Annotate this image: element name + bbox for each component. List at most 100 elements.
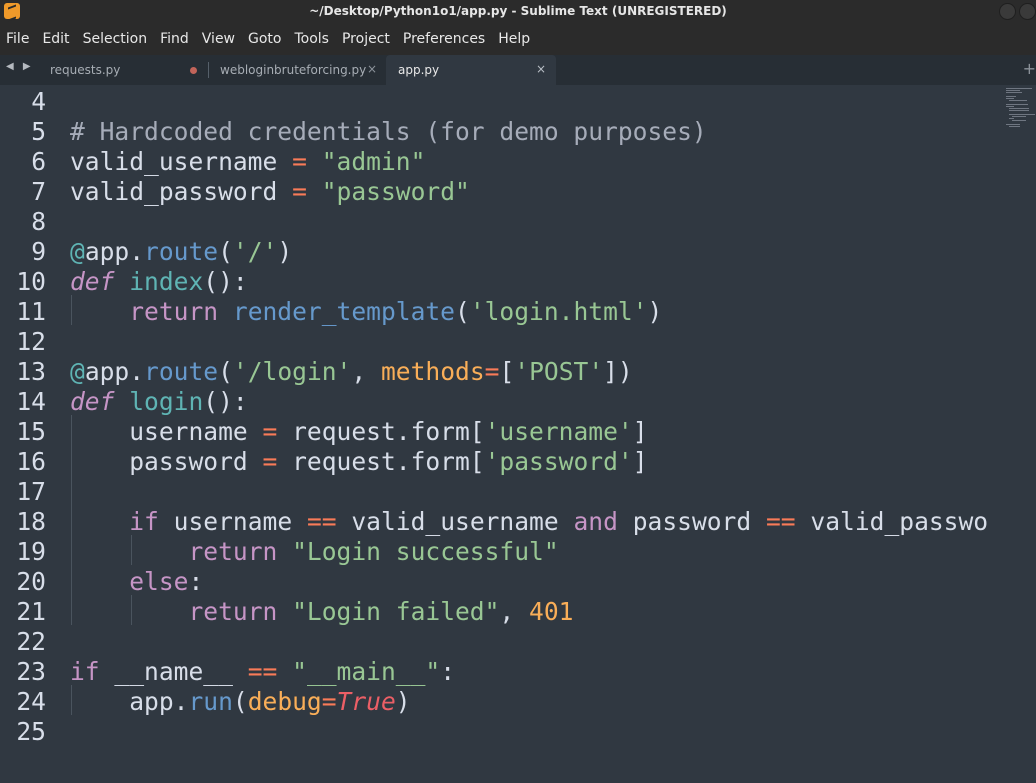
line-number: 22 (16, 627, 46, 656)
line-number: 6 (31, 147, 46, 176)
code-text[interactable]: else: (70, 567, 203, 597)
tab-webloginbruteforcing-py[interactable]: webloginbruteforcing.py × (209, 55, 385, 85)
code-text[interactable]: if __name__ == "__main__": (70, 657, 455, 687)
minimap-line (1009, 118, 1014, 119)
line-number: 15 (16, 417, 46, 446)
code-line[interactable]: 6 valid_username = "admin" (0, 147, 1004, 177)
code-text[interactable]: app.run(debug=True) (70, 687, 410, 717)
code-line[interactable]: 19 return "Login successful" (0, 537, 1004, 567)
code-line[interactable]: 22 (0, 627, 1004, 657)
code-text[interactable]: if username == valid_username and passwo… (70, 507, 988, 537)
code-editor[interactable]: 4 5 # Hardcoded credentials (for demo purp… (0, 85, 1004, 783)
code-text[interactable]: valid_password = "password" (70, 177, 470, 207)
code-text[interactable]: def index(): (70, 267, 248, 297)
tab-scroll-arrows[interactable]: ◀ ▶ (6, 61, 34, 72)
menu-bar: File Edit Selection Find View Goto Tools… (0, 23, 1036, 55)
tab-label: requests.py (50, 63, 121, 77)
menu-tools[interactable]: Tools (288, 31, 336, 47)
minimap-line (1009, 108, 1029, 109)
code-line[interactable]: 24 app.run(debug=True) (0, 687, 1004, 717)
code-text[interactable]: @app.route('/login', methods=['POST']) (70, 357, 633, 387)
menu-help[interactable]: Help (492, 31, 537, 47)
minimize-button[interactable] (999, 3, 1016, 20)
code-line[interactable]: 4 (0, 87, 1004, 117)
line-number: 24 (16, 687, 46, 716)
minimap-line (1009, 100, 1027, 101)
minimap-line (1009, 126, 1020, 127)
line-number: 20 (16, 567, 46, 596)
minimap-line (1006, 92, 1022, 93)
line-number: 7 (31, 177, 46, 206)
code-line[interactable]: 15 username = request.form['username'] (0, 417, 1004, 447)
code-text[interactable]: valid_username = "admin" (70, 147, 425, 177)
code-text[interactable]: return render_template('login.html') (70, 297, 662, 327)
code-text[interactable]: password = request.form['password'] (70, 447, 647, 477)
minimap-line (1006, 96, 1016, 97)
unsaved-dot-icon[interactable] (190, 67, 197, 74)
line-number: 11 (16, 297, 46, 326)
menu-file[interactable]: File (0, 31, 36, 47)
line-number: 5 (31, 117, 46, 146)
minimap-line (1006, 98, 1014, 99)
code-line[interactable]: 14 def login(): (0, 387, 1004, 417)
line-number: 10 (16, 267, 46, 296)
code-text[interactable]: return "Login successful" (70, 537, 558, 567)
title-bar: ~/Desktop/Python1o1/app.py - Sublime Tex… (0, 0, 1036, 23)
code-line[interactable]: 10 def index(): (0, 267, 1004, 297)
line-number: 21 (16, 597, 46, 626)
minimap-line (1012, 120, 1026, 121)
menu-edit[interactable]: Edit (36, 31, 76, 47)
code-line[interactable]: 17 (0, 477, 1004, 507)
code-line[interactable]: 16 password = request.form['password'] (0, 447, 1004, 477)
line-number: 19 (16, 537, 46, 566)
minimap-line (1006, 88, 1032, 89)
menu-project[interactable]: Project (336, 31, 397, 47)
line-number: 17 (16, 477, 46, 506)
tab-label: webloginbruteforcing.py (220, 63, 367, 77)
menu-goto[interactable]: Goto (242, 31, 288, 47)
minimap-line (1009, 114, 1035, 115)
line-number: 12 (16, 327, 46, 356)
tab-label: app.py (398, 63, 440, 77)
window-title: ~/Desktop/Python1o1/app.py - Sublime Tex… (309, 4, 727, 18)
line-number: 25 (16, 717, 46, 746)
line-number: 16 (16, 447, 46, 476)
code-text[interactable]: def login(): (70, 387, 248, 417)
code-text[interactable]: return "Login failed", 401 (70, 597, 573, 627)
minimap-line (1009, 110, 1029, 111)
close-icon[interactable]: × (367, 62, 377, 76)
line-number: 18 (16, 507, 46, 536)
code-line[interactable]: 11 return render_template('login.html') (0, 297, 1004, 327)
tab-app-py[interactable]: app.py × (386, 55, 556, 85)
line-number: 23 (16, 657, 46, 686)
minimap-line (1006, 124, 1020, 125)
new-tab-icon[interactable]: + (1023, 59, 1036, 78)
line-number: 14 (16, 387, 46, 416)
code-line[interactable]: 8 (0, 207, 1004, 237)
code-line[interactable]: 5 # Hardcoded credentials (for demo purpo… (0, 117, 1004, 147)
code-line[interactable]: 7 valid_password = "password" (0, 177, 1004, 207)
line-number: 4 (31, 87, 46, 116)
menu-view[interactable]: View (196, 31, 242, 47)
code-line[interactable]: 25 (0, 717, 1004, 747)
tab-requests-py[interactable]: requests.py (36, 55, 208, 85)
menu-selection[interactable]: Selection (77, 31, 155, 47)
minimap[interactable] (1004, 85, 1036, 783)
line-number: 9 (31, 237, 46, 266)
close-icon[interactable]: × (536, 62, 546, 76)
line-number: 8 (31, 207, 46, 236)
code-line[interactable]: 12 (0, 327, 1004, 357)
code-line[interactable]: 21 return "Login failed", 401 (0, 597, 1004, 627)
code-line[interactable]: 13 @app.route('/login', methods=['POST']) (0, 357, 1004, 387)
menu-preferences[interactable]: Preferences (397, 31, 492, 47)
code-text[interactable]: @app.route('/') (70, 237, 292, 267)
code-line[interactable]: 9 @app.route('/') (0, 237, 1004, 267)
code-line[interactable]: 18 if username == valid_username and pas… (0, 507, 1004, 537)
code-text[interactable]: # Hardcoded credentials (for demo purpos… (70, 117, 707, 147)
code-line[interactable]: 23 if __name__ == "__main__": (0, 657, 1004, 687)
close-window-button[interactable] (1019, 3, 1036, 20)
menu-find[interactable]: Find (154, 31, 196, 47)
code-line[interactable]: 20 else: (0, 567, 1004, 597)
code-text[interactable]: username = request.form['username'] (70, 417, 647, 447)
minimap-line (1006, 90, 1020, 91)
